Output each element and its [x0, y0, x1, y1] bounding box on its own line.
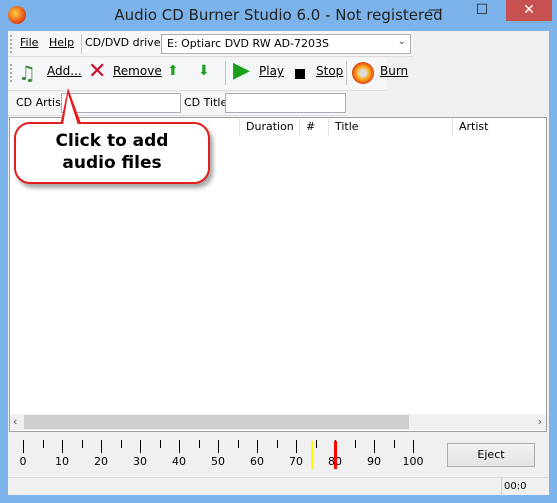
ruler-label: 100	[402, 455, 424, 468]
ruler-tick	[140, 440, 141, 453]
cd-title-input[interactable]	[225, 93, 346, 113]
close-button[interactable]: ✕	[506, 0, 552, 21]
tooltip-callout: Click to add audio files	[14, 122, 210, 184]
burn-icon[interactable]	[352, 62, 374, 84]
divider	[346, 61, 347, 85]
column-header-duration[interactable]: Duration	[240, 118, 300, 136]
ruler-tick	[81, 440, 83, 448]
column-header-title[interactable]: Title	[329, 118, 453, 136]
callout-pointer-fill	[63, 94, 78, 125]
play-icon[interactable]: ▶	[233, 58, 250, 83]
column-header-artist[interactable]: Artist	[453, 118, 547, 136]
maximize-button[interactable]: ☐	[459, 0, 505, 21]
remove-button[interactable]: Remove	[113, 64, 162, 78]
status-bar: 00:0	[8, 477, 549, 496]
ruler-tick	[296, 440, 297, 453]
burn-label: Burn	[380, 64, 409, 78]
ruler-label: 20	[94, 455, 108, 468]
ruler-label: 40	[172, 455, 186, 468]
ruler-tick	[237, 440, 239, 448]
remove-label: Remove	[113, 64, 162, 78]
yellow-capacity-marker	[310, 441, 314, 469]
ruler-tick	[101, 440, 102, 453]
ruler-tick	[354, 440, 356, 448]
grip[interactable]	[10, 64, 12, 82]
ruler-tick	[257, 440, 258, 453]
ruler-tick	[62, 440, 63, 453]
ruler-label: 50	[211, 455, 225, 468]
stop-icon[interactable]	[295, 69, 305, 79]
play-button[interactable]: Play	[259, 64, 284, 78]
menu-bar: File Help CD/DVD drives E: Optiarc DVD R…	[8, 31, 413, 57]
ruler-tick	[413, 440, 414, 453]
cd-artist-label: CD Artist	[16, 96, 66, 109]
divider	[81, 34, 82, 54]
ruler-label: 0	[19, 455, 27, 468]
red-capacity-marker	[334, 441, 337, 469]
title-bar: Audio CD Burner Studio 6.0 - Not registe…	[0, 0, 557, 31]
menu-file[interactable]: File	[20, 36, 38, 49]
scroll-left-icon[interactable]: ‹	[13, 415, 17, 428]
status-time: 00:0	[504, 481, 527, 492]
minimize-button[interactable]: —	[412, 0, 458, 21]
divider	[225, 61, 226, 85]
eject-button[interactable]: Eject	[447, 443, 535, 467]
ruler-tick	[198, 440, 200, 448]
add-label: Add...	[47, 64, 82, 78]
client-area: File Help CD/DVD drives E: Optiarc DVD R…	[8, 31, 549, 496]
ruler-tick	[159, 440, 161, 448]
ruler-tick	[374, 440, 375, 453]
menu-file-label: File	[20, 36, 39, 49]
ruler-label: 60	[250, 455, 264, 468]
ruler-label: 70	[289, 455, 303, 468]
menu-help-label: Help	[49, 36, 75, 49]
add-button[interactable]: Add...	[47, 64, 82, 78]
horizontal-scrollbar[interactable]: ‹ ›	[10, 414, 546, 430]
add-music-icon: ♫	[18, 61, 36, 85]
ruler-label: 30	[133, 455, 147, 468]
move-up-icon[interactable]: ⬆	[167, 63, 179, 79]
remove-icon[interactable]: ✕	[88, 59, 106, 84]
ruler-tick	[276, 440, 278, 448]
ruler-tick	[218, 440, 219, 453]
ruler-tick	[42, 440, 44, 448]
ruler-label: 10	[55, 455, 69, 468]
ruler-tick	[393, 440, 395, 448]
drive-value: E: Optiarc DVD RW AD-7203S	[167, 37, 330, 50]
stop-button[interactable]: Stop	[316, 64, 343, 78]
cd-title-label: CD Title	[184, 96, 228, 109]
ruler-tick	[315, 440, 317, 448]
callout-line-2: audio files	[62, 153, 162, 173]
divider	[501, 478, 502, 496]
ruler-tick	[120, 440, 122, 448]
ruler-tick	[179, 440, 180, 453]
menu-help[interactable]: Help	[49, 36, 74, 49]
callout-line-1: Click to add	[55, 131, 169, 151]
drive-select[interactable]: E: Optiarc DVD RW AD-7203S ⌄	[161, 34, 411, 54]
scroll-right-icon[interactable]: ›	[538, 415, 542, 428]
stop-label: Stop	[316, 64, 344, 78]
move-down-icon[interactable]: ⬇	[198, 63, 210, 79]
drives-label: CD/DVD drives	[85, 36, 167, 49]
burn-button[interactable]: Burn	[380, 64, 408, 78]
chevron-down-icon: ⌄	[397, 36, 406, 47]
scroll-thumb[interactable]	[24, 415, 409, 429]
column-header-number[interactable]: #	[300, 118, 329, 136]
ruler-tick	[23, 440, 24, 453]
ruler-label: 90	[367, 455, 381, 468]
play-label: Play	[259, 64, 285, 78]
grip[interactable]	[10, 35, 12, 53]
